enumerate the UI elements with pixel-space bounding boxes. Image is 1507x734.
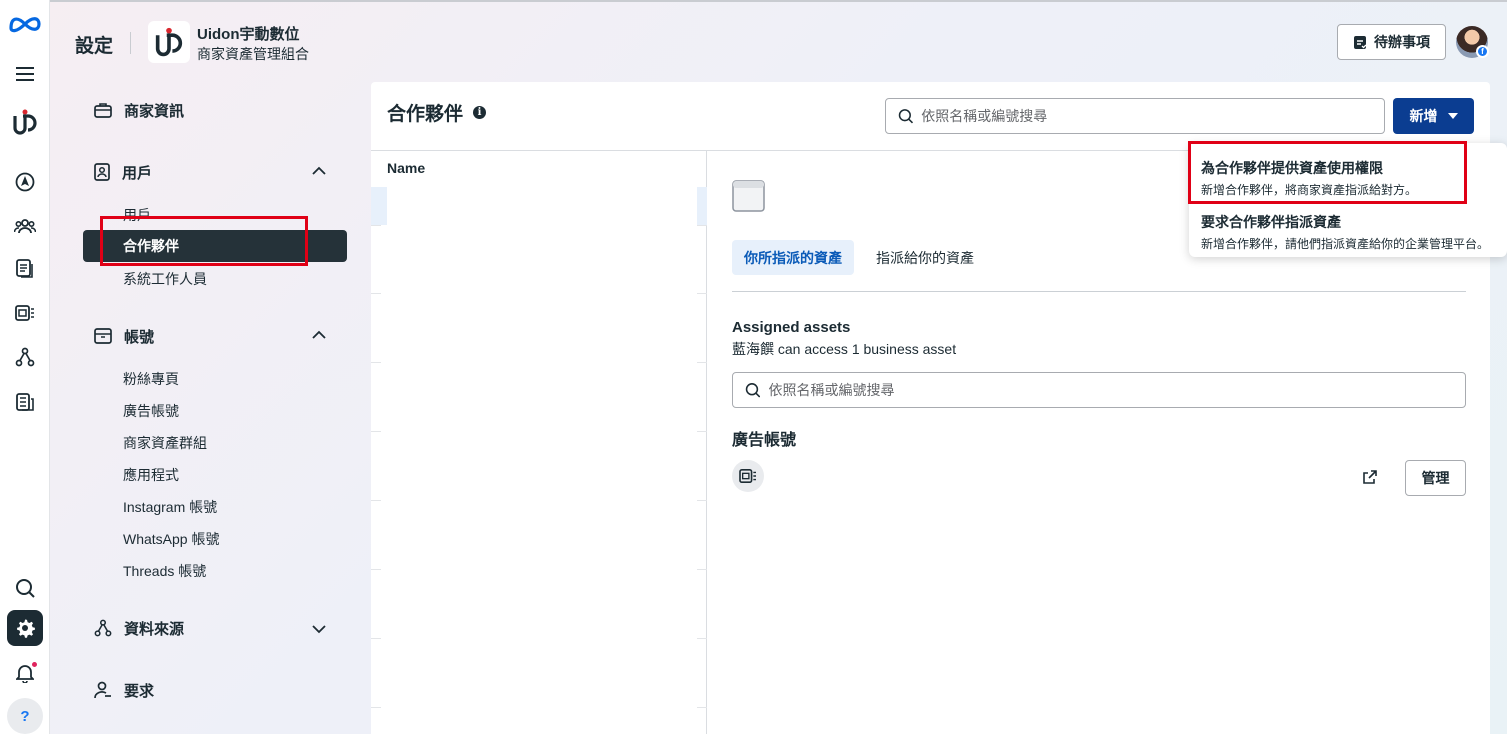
ad-account-icon[interactable] [7, 295, 43, 331]
nav-item-system-users[interactable]: 系統工作人員 [123, 269, 207, 289]
row-divider [697, 293, 707, 294]
panel-header: 合作夥伴 i [387, 99, 487, 126]
page-title: 設定 [75, 36, 114, 57]
manage-button[interactable]: 管理 [1405, 460, 1466, 496]
row-divider [371, 362, 381, 363]
business-logo-icon[interactable] [7, 104, 43, 140]
folder-icon [732, 180, 765, 212]
search-icon [898, 109, 914, 124]
row-divider [371, 569, 381, 570]
asset-search[interactable] [732, 372, 1466, 408]
notification-dot [31, 661, 38, 668]
add-dropdown-menu: 為合作夥伴提供資產使用權限 新增合作夥伴，將商家資產指派給對方。 要求合作夥伴指… [1189, 143, 1507, 257]
menu-item-give-access[interactable]: 為合作夥伴提供資產使用權限 新增合作夥伴，將商家資產指派給對方。 [1201, 158, 1417, 198]
top-border [0, 0, 1507, 2]
list-item-selected[interactable] [371, 187, 387, 225]
search-icon[interactable] [7, 570, 43, 606]
facebook-badge-icon: f [1476, 45, 1489, 58]
external-link-icon[interactable] [1363, 470, 1377, 484]
row-divider [697, 362, 707, 363]
menu-item-title: 要求合作夥伴指派資產 [1201, 214, 1341, 230]
row-divider [697, 569, 707, 570]
menu-item-desc: 新增合作夥伴，將商家資產指派給對方。 [1201, 183, 1418, 197]
business-portfolio-label: 商家資產管理組合 [197, 46, 309, 62]
todo-label: 待辦事項 [1374, 34, 1430, 50]
row-divider [697, 707, 707, 708]
asset-search-input[interactable] [768, 382, 1465, 398]
partner-list: Name [371, 151, 707, 734]
chevron-up-icon[interactable] [311, 163, 327, 179]
nav-item-partners[interactable]: 合作夥伴 [83, 230, 347, 262]
nav-users[interactable]: 用戶 [94, 160, 152, 184]
nav-item-pages[interactable]: 粉絲專頁 [123, 369, 179, 389]
nav-business-info[interactable]: 商家資訊 [94, 98, 184, 122]
menu-item-request-assets[interactable]: 要求合作夥伴指派資產 新增合作夥伴，請他們指派資產給你的企業管理平台。 [1201, 212, 1489, 252]
caret-down-icon [1447, 113, 1458, 119]
panel-title: 合作夥伴 [387, 104, 464, 125]
navigation-icon[interactable] [7, 164, 43, 200]
assigned-assets-desc: 藍海饌 can access 1 business asset [732, 341, 957, 357]
menu-icon[interactable] [7, 56, 43, 92]
nav-requests[interactable]: 要求 [94, 678, 154, 702]
row-divider [697, 500, 707, 501]
add-button[interactable]: 新增 [1393, 98, 1474, 134]
row-divider [697, 638, 707, 639]
row-divider [371, 293, 381, 294]
pages-icon[interactable] [7, 251, 43, 287]
menu-item-title: 為合作夥伴提供資產使用權限 [1201, 160, 1383, 176]
nav-accounts[interactable]: 帳號 [94, 324, 154, 348]
list-item-selected-edge [697, 187, 707, 225]
help-icon[interactable]: ? [7, 698, 43, 734]
nav-item-apps[interactable]: 應用程式 [123, 465, 179, 485]
nav-item-whatsapp[interactable]: WhatsApp 帳號 [123, 529, 219, 549]
assigned-assets-title: Assigned assets [732, 319, 851, 336]
person-request-icon [94, 681, 111, 699]
info-icon[interactable]: i [473, 106, 487, 119]
row-divider [371, 500, 381, 501]
ad-accounts-section-title: 廣告帳號 [732, 432, 797, 449]
todo-button[interactable]: 待辦事項 [1337, 24, 1446, 60]
nav-data-sources[interactable]: 資料來源 [94, 616, 184, 640]
header-separator [130, 32, 131, 54]
notifications-bell-icon[interactable] [7, 655, 43, 691]
row-divider [371, 225, 381, 226]
people-icon[interactable] [7, 208, 43, 244]
business-name[interactable]: Uidon宇動數位 [197, 23, 300, 44]
nav-item-threads[interactable]: Threads 帳號 [123, 561, 206, 581]
add-label: 新增 [1409, 108, 1438, 124]
archive-icon [94, 328, 112, 344]
row-divider [371, 707, 381, 708]
tab-assigned-by-you[interactable]: 你所指派的資產 [732, 240, 854, 275]
data-source-icon[interactable] [7, 339, 43, 375]
settings-gear-icon[interactable] [7, 610, 43, 646]
business-logo-icon [148, 21, 190, 63]
tab-assigned-to-you[interactable]: 指派給你的資產 [864, 240, 986, 275]
nav-item-ad-accounts[interactable]: 廣告帳號 [123, 401, 179, 421]
billing-icon[interactable] [7, 384, 43, 420]
tabs-divider [732, 291, 1466, 292]
partner-search-input[interactable] [921, 108, 1384, 124]
chevron-up-icon[interactable] [311, 327, 327, 343]
row-divider [697, 431, 707, 432]
row-divider [697, 225, 707, 226]
briefcase-icon [94, 103, 112, 118]
user-badge-icon [94, 163, 110, 181]
nav-item-asset-groups[interactable]: 商家資產群組 [123, 433, 207, 453]
data-source-icon [94, 619, 112, 637]
search-icon [745, 383, 761, 398]
clipboard-icon [1354, 36, 1367, 49]
menu-item-desc: 新增合作夥伴，請他們指派資產給你的企業管理平台。 [1201, 237, 1490, 251]
partner-search[interactable] [885, 98, 1385, 134]
row-divider [371, 431, 381, 432]
list-header-name: Name [387, 160, 426, 176]
chevron-down-icon[interactable] [311, 621, 327, 637]
row-divider [371, 638, 381, 639]
ad-account-icon [732, 460, 764, 492]
nav-item-instagram[interactable]: Instagram 帳號 [123, 497, 217, 517]
nav-item-users[interactable]: 用戶 [123, 205, 151, 225]
left-rail: ? [0, 0, 50, 734]
meta-logo-icon[interactable] [7, 6, 43, 42]
